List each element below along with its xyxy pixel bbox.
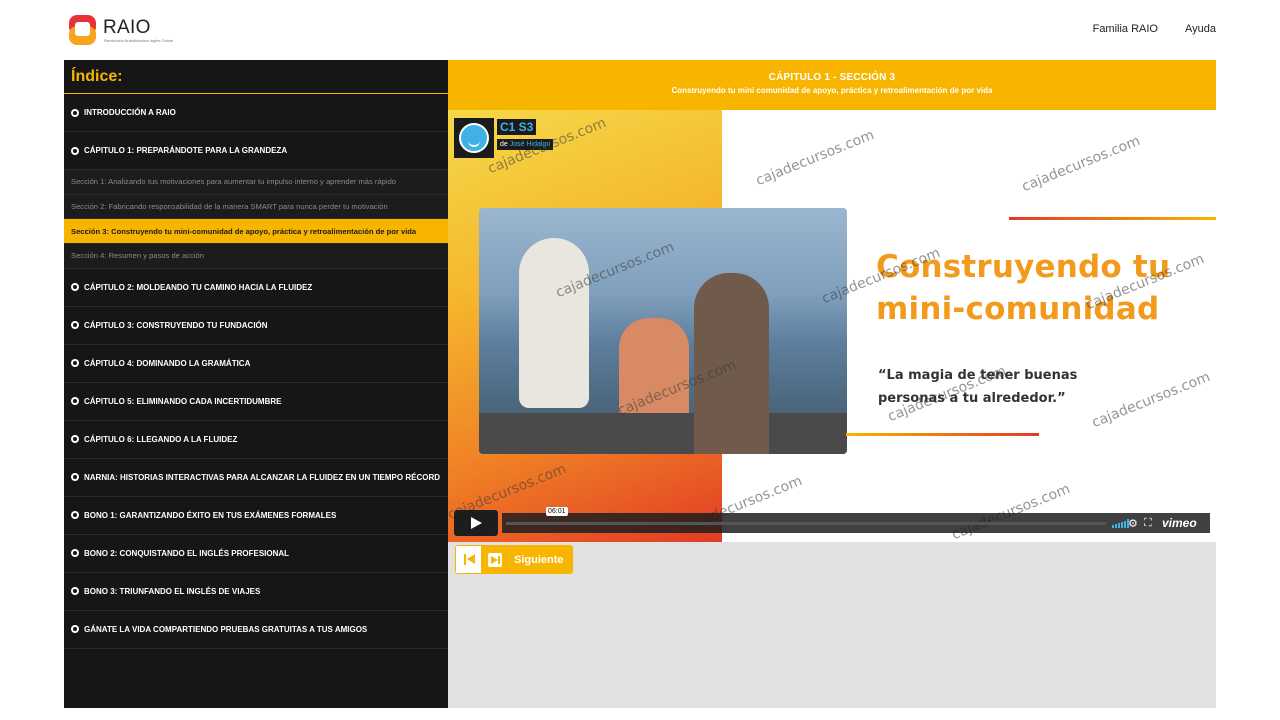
sidebar-chapter[interactable]: INTRODUCCIÓN A RAIO	[64, 94, 448, 132]
lesson-heading: CÁPITULO 1 - SECCIÓN 3	[768, 72, 896, 83]
course-index-sidebar: Índice: INTRODUCCIÓN A RAIO CÁPITULO 1: P…	[64, 60, 448, 708]
video-title[interactable]: C1 S3	[497, 119, 537, 135]
author-avatar-icon	[454, 118, 494, 158]
time-display: 06:01	[546, 507, 568, 516]
sidebar-item-label: CÁPITULO 1: PREPARÁNDOTE PARA LA GRANDEZ…	[84, 146, 288, 155]
slide-quote-line: personas a tu alrededor.”	[878, 391, 1066, 406]
watermark: cajadecursos.com	[753, 126, 877, 190]
photo-dock	[479, 413, 847, 454]
sidebar-item-label: BONO 1: GARANTIZANDO ÉXITO EN TUS EXÁMEN…	[84, 510, 337, 520]
sidebar-section[interactable]: Sección 2: Fabricando responsabilidad de…	[64, 194, 448, 220]
circle-bullet-icon	[71, 625, 79, 634]
circle-bullet-icon	[71, 397, 79, 406]
video-badge[interactable]: C1 S3 de José Hidalgo	[454, 118, 554, 158]
progress-track[interactable]: 06:01 ⚙ ⛶ vimeo	[502, 507, 1210, 533]
sidebar-chapter[interactable]: CÁPITULO 5: ELIMINANDO CADA INCERTIDUMBR…	[64, 383, 448, 421]
circle-bullet-icon	[71, 511, 79, 520]
circle-bullet-icon	[71, 108, 79, 117]
slide-quote: “La magia de tener buenas personas a tu …	[878, 364, 1077, 410]
fullscreen-icon[interactable]: ⛶	[1144, 517, 1152, 530]
lesson-header: CÁPITULO 1 - SECCIÓN 3 Construyendo tu m…	[448, 60, 1216, 110]
sidebar-item-label: GÁNATE LA VIDA COMPARTIENDO PRUEBAS GRAT…	[84, 624, 368, 634]
slide-title: Construyendo tu mini-comunidad	[876, 246, 1170, 330]
brand-name: RAIO	[103, 17, 151, 38]
progress-bar[interactable]	[506, 522, 1106, 525]
sidebar-item-label: BONO 3: TRIUNFANDO EL INGLÉS DE VIAJES	[84, 586, 261, 596]
sidebar-item-label: Sección 2: Fabricando responsabilidad de…	[71, 202, 388, 212]
watermark: cajadecursos.com	[1089, 368, 1213, 432]
vimeo-logo[interactable]: vimeo	[1162, 516, 1197, 530]
sidebar-item-label: CÁPITULO 3: CONSTRUYENDO TU FUNDACIÓN	[84, 320, 268, 330]
slide-title-line: Construyendo tu	[876, 249, 1171, 285]
top-bar: RAIO Revolución Autodidáctica Inglés Onl…	[0, 0, 1280, 60]
top-nav: Familia RAIO Ayuda	[1093, 23, 1216, 35]
slide-quote-line: “La magia de tener buenas	[878, 368, 1078, 383]
nav-ayuda[interactable]: Ayuda	[1185, 23, 1216, 35]
sidebar-section[interactable]: Sección 4: Resumen y pasos de acción	[64, 244, 448, 269]
lesson-subheading: Construyendo tu mini comunidad de apoyo,…	[671, 86, 993, 95]
play-button[interactable]	[454, 510, 498, 536]
main-content: CÁPITULO 1 - SECCIÓN 3 Construyendo tu m…	[448, 60, 1216, 708]
sidebar-chapter[interactable]: CÁPITULO 2: MOLDEANDO TU CAMINO HACIA LA…	[64, 269, 448, 307]
raio-logo-icon	[69, 15, 96, 45]
previous-button[interactable]	[455, 545, 482, 574]
sidebar-chapter[interactable]: CÁPITULO 1: PREPARÁNDOTE PARA LA GRANDEZ…	[64, 132, 448, 170]
photo-person	[619, 318, 689, 428]
sidebar-item-label: BONO 2: CONQUISTANDO EL INGLÉS PROFESION…	[84, 548, 290, 558]
sidebar-item-label: Sección 1: Analizando tus motivaciones p…	[71, 177, 397, 187]
photo-person	[519, 238, 589, 408]
sidebar-item-label: CÁPITULO 6: LLEGANDO A LA FLUIDEZ	[84, 434, 238, 444]
raio-logo[interactable]: RAIO Revolución Autodidáctica Inglés Onl…	[68, 14, 173, 48]
volume-icon[interactable]	[1112, 519, 1129, 528]
sidebar-item-label: CÁPITULO 2: MOLDEANDO TU CAMINO HACIA LA…	[84, 282, 313, 292]
sidebar-chapter[interactable]: NARNIA: HISTORIAS INTERACTIVAS PARA ALCA…	[64, 459, 448, 497]
next-icon	[488, 552, 502, 567]
video-player[interactable]: Construyendo tu mini-comunidad “La magia…	[448, 110, 1216, 542]
sidebar-item-label: CÁPITULO 4: DOMINANDO LA GRAMÁTICA	[84, 358, 251, 368]
sidebar-chapter[interactable]: BONO 2: CONQUISTANDO EL INGLÉS PROFESION…	[64, 535, 448, 573]
sidebar-section-active[interactable]: Sección 3: Construyendo tu mini-comunida…	[64, 219, 448, 245]
sidebar-chapter[interactable]: CÁPITULO 6: LLEGANDO A LA FLUIDEZ	[64, 421, 448, 459]
sidebar-item-label: Sección 4: Resumen y pasos de acción	[71, 251, 204, 261]
sidebar-item-label: CÁPITULO 5: ELIMINANDO CADA INCERTIDUMBR…	[84, 396, 282, 406]
sidebar-chapter[interactable]: BONO 3: TRIUNFANDO EL INGLÉS DE VIAJES	[64, 573, 448, 611]
photo-person	[694, 273, 769, 454]
watermark: cajadecursos.com	[1019, 132, 1143, 196]
sidebar-item-label: NARNIA: HISTORIAS INTERACTIVAS PARA ALCA…	[84, 472, 440, 482]
author-name[interactable]: José Hidalgo	[510, 141, 550, 148]
circle-bullet-icon	[71, 359, 79, 368]
sidebar-chapter[interactable]: CÁPITULO 3: CONSTRUYENDO TU FUNDACIÓN	[64, 307, 448, 345]
slide-photo	[479, 208, 847, 454]
lesson-navigation: Siguiente	[455, 545, 573, 574]
circle-bullet-icon	[71, 146, 79, 155]
sidebar-item-label: Sección 3: Construyendo tu mini-comunida…	[71, 226, 417, 236]
settings-icon[interactable]: ⚙	[1128, 517, 1138, 530]
sidebar-item-label: INTRODUCCIÓN A RAIO	[84, 108, 176, 117]
sidebar-section[interactable]: Sección 1: Analizando tus motivaciones p…	[64, 170, 448, 195]
circle-bullet-icon	[71, 549, 79, 558]
circle-bullet-icon	[71, 587, 79, 596]
sidebar-chapter[interactable]: CÁPITULO 4: DOMINANDO LA GRAMÁTICA	[64, 345, 448, 383]
slide-title-line: mini-comunidad	[876, 291, 1160, 327]
nav-familia-raio[interactable]: Familia RAIO	[1093, 23, 1158, 35]
slide-accent-bar	[846, 433, 1039, 436]
index-list: INTRODUCCIÓN A RAIO CÁPITULO 1: PREPARÁND…	[64, 94, 448, 649]
circle-bullet-icon	[71, 473, 79, 482]
circle-bullet-icon	[71, 283, 79, 292]
slide-accent-bar	[1009, 217, 1216, 220]
sidebar-title: Índice:	[64, 60, 448, 94]
circle-bullet-icon	[71, 435, 79, 444]
brand-tagline: Revolución Autodidáctica Inglés Online	[104, 38, 174, 43]
next-label: Siguiente	[514, 553, 564, 566]
sidebar-chapter[interactable]: BONO 1: GARANTIZANDO ÉXITO EN TUS EXÁMEN…	[64, 497, 448, 535]
next-button[interactable]: Siguiente	[482, 545, 573, 574]
video-author: de José Hidalgo	[497, 139, 554, 150]
circle-bullet-icon	[71, 321, 79, 330]
player-controls: 06:01 ⚙ ⛶ vimeo	[454, 507, 1210, 536]
sidebar-chapter[interactable]: GÁNATE LA VIDA COMPARTIENDO PRUEBAS GRAT…	[64, 611, 448, 649]
